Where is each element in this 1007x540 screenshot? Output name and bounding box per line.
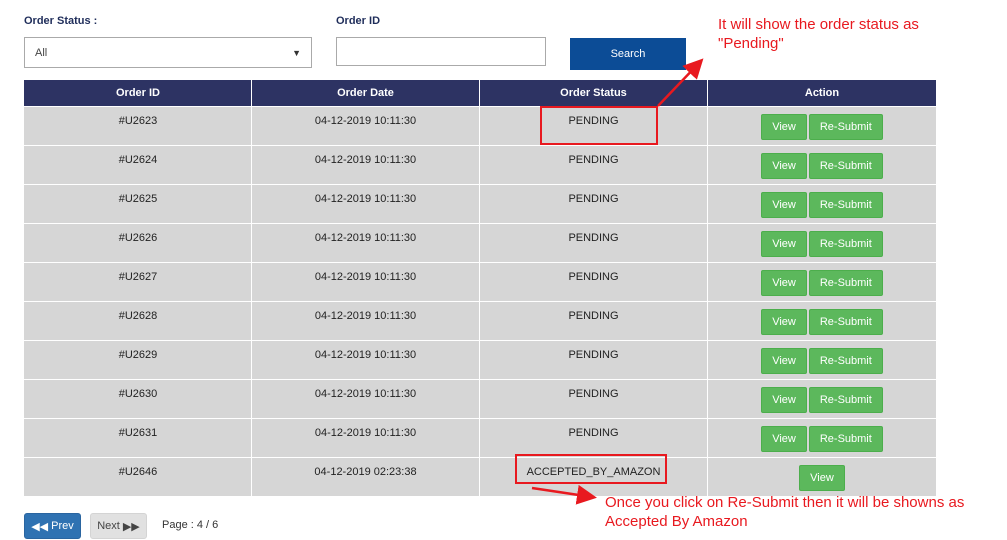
- arrow-to-bottom-note: [531, 484, 597, 505]
- annotation-top-line1: It will show the order status as: [718, 16, 919, 33]
- annotation-bottom-line1: Once you click on Re-Submit then it will…: [605, 494, 965, 511]
- annotation-arrows: [531, 58, 704, 505]
- annotation-bottom-line2: Accepted By Amazon: [605, 513, 748, 530]
- annotation-top-line2: "Pending": [718, 35, 784, 52]
- arrow-to-top-note: [657, 58, 704, 107]
